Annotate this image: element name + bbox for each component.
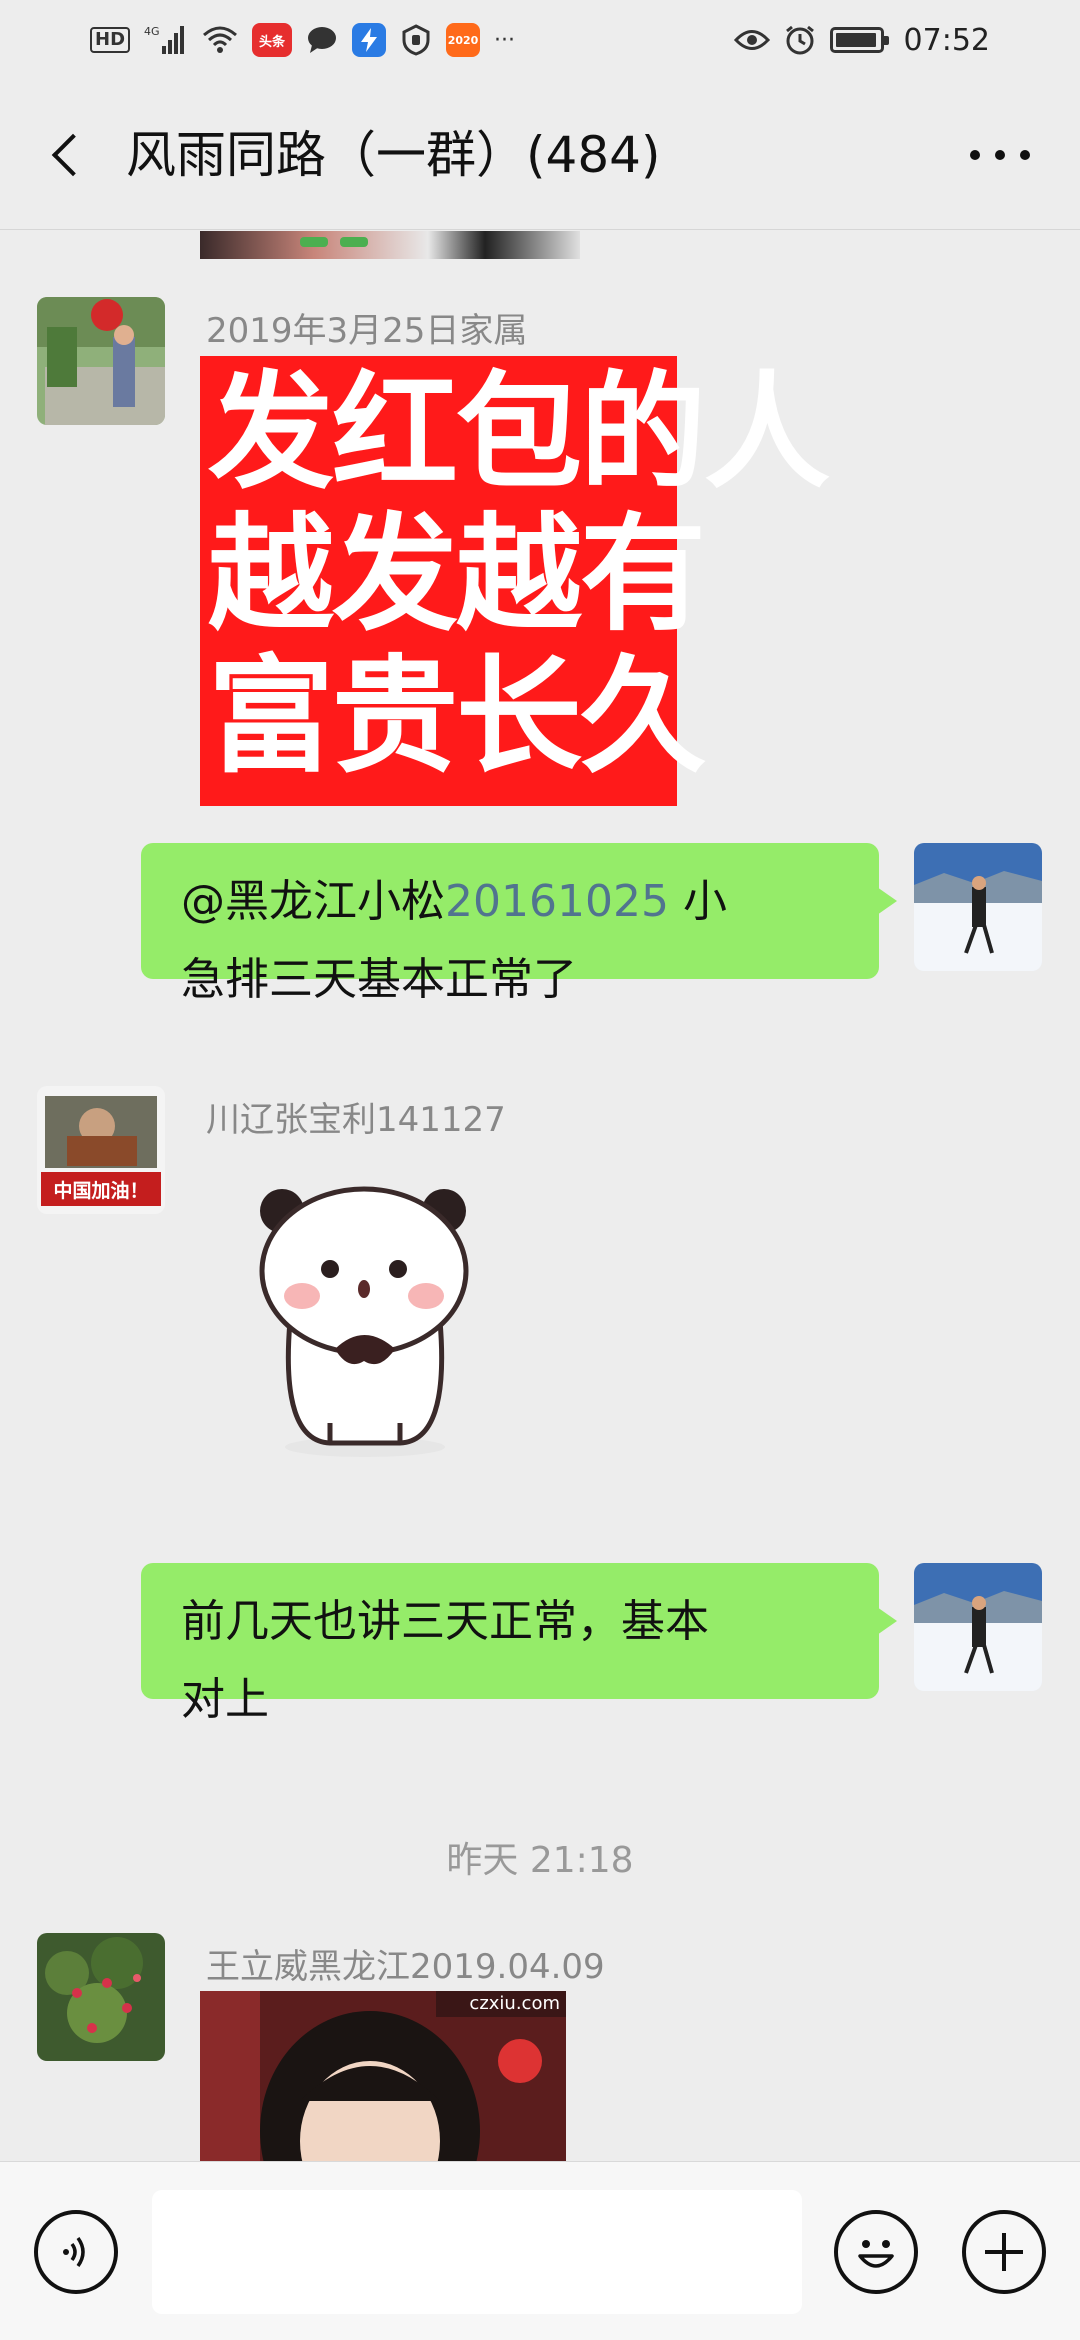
message-bubble-icon <box>306 25 338 55</box>
dot-icon <box>1020 150 1030 160</box>
my-avatar[interactable] <box>914 1563 1042 1691</box>
image-text-line: 发红包的人 <box>208 359 830 506</box>
avatar-flowers-image <box>37 1933 165 2061</box>
eye-icon <box>733 27 770 53</box>
status-bar-right: 07:52 <box>733 22 990 58</box>
message-list[interactable]: 2019年3月25日家属 发红包的人 越发越有 富贵长久 @黑龙江小松20161… <box>0 231 1080 2161</box>
wifi-icon <box>202 25 238 55</box>
status-bar: HD 4G 头条 2020 ··· 07:52 <box>0 0 1080 80</box>
avatar-snow-image <box>914 843 1042 971</box>
emoji-button[interactable] <box>834 2210 918 2294</box>
mention-text[interactable]: @黑龙江小松 <box>181 876 445 927</box>
toutiao-icon: 头条 <box>252 23 293 57</box>
page-title: 风雨同路（一群）(484) <box>126 126 661 184</box>
chevron-left-icon <box>51 133 95 177</box>
alarm-icon <box>784 24 816 56</box>
plus-button[interactable] <box>962 2210 1046 2294</box>
back-button[interactable] <box>36 125 96 185</box>
more-options-button[interactable] <box>960 125 1040 185</box>
avatar-caption: 中国加油！ <box>53 1179 148 1202</box>
clock-time: 07:52 <box>903 22 990 58</box>
dot-icon <box>995 150 1005 160</box>
image-text-line: 富贵长久 <box>208 643 706 790</box>
red-packet-image-message[interactable]: 发红包的人 越发越有 富贵长久 <box>200 356 830 806</box>
smiley-icon <box>858 2240 894 2268</box>
more-notifications-icon: ··· <box>494 27 515 53</box>
sender-name: 2019年3月25日家属 <box>206 311 528 351</box>
orange-app-icon: 2020 <box>446 23 481 57</box>
bolt-app-icon <box>352 23 387 57</box>
image-text-line: 越发越有 <box>208 501 706 648</box>
dot-icon <box>970 150 980 160</box>
message-text: 对上 <box>181 1674 269 1725</box>
mention-id[interactable]: 20161025 <box>445 876 669 927</box>
network-type-label: 4G <box>144 25 160 38</box>
message-timestamp: 昨天 21:18 <box>446 1840 634 1881</box>
my-avatar[interactable] <box>914 843 1042 971</box>
sender-name: 川辽张宝利141127 <box>206 1100 506 1140</box>
sender-name: 王立威黑龙江2019.04.09 <box>206 1947 605 1987</box>
status-bar-left: HD 4G 头条 2020 ··· <box>90 23 515 57</box>
battery-icon <box>829 27 889 53</box>
message-text: 前几天也讲三天正常，基本 <box>181 1596 709 1647</box>
previous-image-message[interactable] <box>200 231 580 259</box>
message-text: 小 <box>668 876 727 927</box>
photo-woman-image <box>200 1991 566 2161</box>
avatar-snow-image <box>914 1563 1042 1691</box>
panda-sticker-message[interactable] <box>230 1171 500 1461</box>
signal-icon: 4G <box>144 24 188 56</box>
my-text-message[interactable]: @黑龙江小松20161025 小 急排三天基本正常了 <box>141 843 897 1005</box>
chat-header: 风雨同路（一群）(484) <box>0 80 1080 230</box>
avatar[interactable] <box>37 1933 165 2061</box>
voice-icon <box>63 2236 85 2268</box>
panda-sticker-image <box>259 1186 469 1457</box>
previous-image-art <box>300 237 368 247</box>
plus-icon <box>985 2233 1023 2271</box>
image-watermark: czxiu.com <box>469 1993 560 2014</box>
shield-hand-icon <box>400 24 432 56</box>
message-text: 急排三天基本正常了 <box>181 954 577 1005</box>
hd-icon: HD <box>90 27 131 53</box>
voice-button[interactable] <box>34 2210 118 2294</box>
message-input[interactable] <box>152 2190 802 2314</box>
avatar-garden-image <box>37 297 165 425</box>
photo-image-message[interactable]: czxiu.com <box>200 1991 566 2161</box>
avatar[interactable]: 中国加油！ <box>37 1086 165 1214</box>
avatar[interactable] <box>37 297 165 425</box>
input-bar <box>0 2161 1080 2340</box>
avatar-china-jiayou-image: 中国加油！ <box>37 1086 165 1214</box>
my-text-message[interactable]: 前几天也讲三天正常，基本 对上 <box>141 1563 897 1725</box>
